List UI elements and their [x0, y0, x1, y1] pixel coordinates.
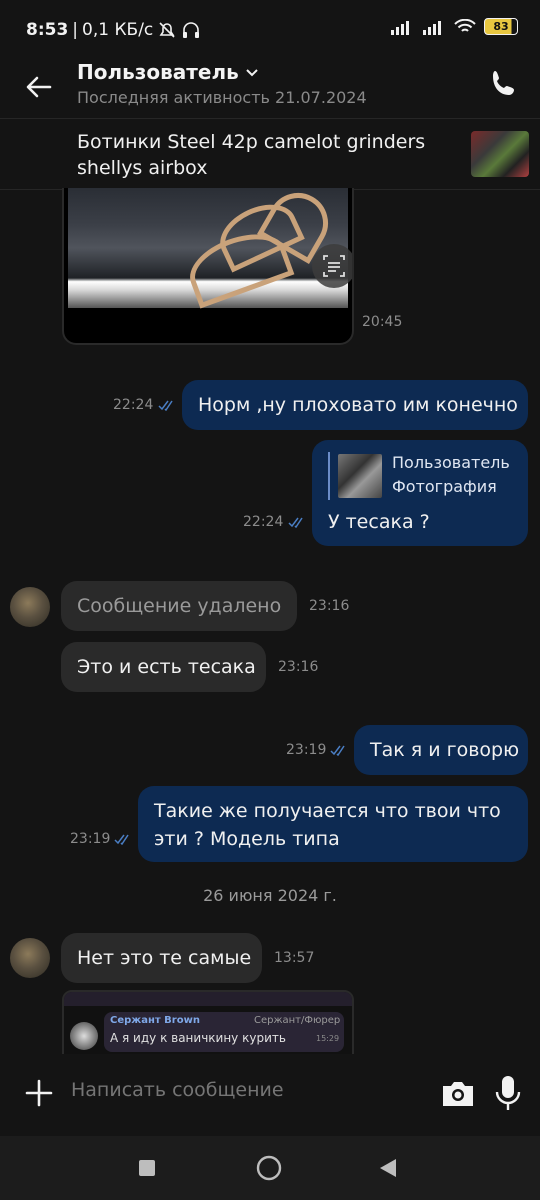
status-left: 8:53 | 0,1 КБ/с	[26, 20, 201, 40]
product-thumbnail[interactable]	[471, 131, 529, 177]
last-seen: Последняя активность 21.07.2024	[77, 88, 367, 107]
status-net: 0,1 КБ/с	[82, 20, 154, 40]
signal-icon	[391, 20, 409, 35]
back-nav-icon[interactable]	[378, 1157, 398, 1179]
screenshot-bar	[64, 992, 352, 1006]
photo-image[interactable]	[68, 188, 352, 309]
photo-message[interactable]	[62, 188, 354, 345]
message-text: Так я и говорю	[370, 739, 520, 761]
text-scan-icon[interactable]	[312, 244, 352, 288]
screenshot-text: А я иду к ваничкину курить	[110, 1031, 286, 1045]
chat-title[interactable]: Пользователь	[77, 60, 259, 84]
message-bubble-in[interactable]: Нет это те самые	[61, 933, 262, 983]
screenshot-bubble: Сержант Brown Сержант/Фюрер А я иду к ва…	[104, 1012, 344, 1052]
phone-icon[interactable]	[488, 68, 520, 100]
microphone-icon[interactable]	[494, 1074, 522, 1112]
screenshot-role: Сержант/Фюрер	[254, 1015, 341, 1026]
chat-title-text: Пользователь	[77, 60, 239, 84]
message-time: 23:19	[286, 742, 327, 758]
message-text: Такие же получается что твои что эти ? М…	[154, 800, 501, 850]
screenshot-avatar	[70, 1022, 98, 1050]
deleted-message-text: Сообщение удалено	[77, 595, 282, 617]
reply-thumbnail	[338, 454, 382, 498]
read-ticks-icon	[114, 834, 129, 845]
status-right: 83	[390, 18, 518, 35]
avatar[interactable]	[10, 938, 50, 978]
message-text: Нет это те самые	[77, 947, 252, 969]
status-divider: |	[72, 20, 79, 40]
message-bubble-in[interactable]: Это и есть тесака	[61, 642, 266, 692]
home-icon[interactable]	[256, 1155, 282, 1181]
headset-icon	[183, 22, 200, 38]
message-bubble-out[interactable]: Норм ,ну плоховато им конечно	[182, 380, 528, 430]
message-bubble-out[interactable]: Такие же получается что твои что эти ? М…	[138, 786, 528, 862]
composer-bar	[0, 1054, 540, 1136]
product-banner[interactable]: Ботинки Steel 42р camelot grinders shell…	[0, 118, 540, 190]
reply-author: Пользователь	[392, 453, 510, 472]
message-time: 22:24	[113, 397, 154, 413]
bell-off-icon	[159, 22, 175, 38]
camera-icon[interactable]	[440, 1076, 476, 1110]
message-bubble-in[interactable]: Сообщение удалено	[61, 581, 297, 631]
status-bar: 8:53 | 0,1 КБ/с 83	[0, 0, 540, 62]
system-nav-bar	[0, 1136, 540, 1200]
date-separator: 26 июня 2024 г.	[203, 886, 337, 905]
reply-type: Фотография	[392, 477, 497, 496]
recents-icon[interactable]	[137, 1158, 157, 1178]
reply-quote[interactable]: Пользователь Фотография	[328, 452, 520, 500]
message-text: У тесака ?	[328, 511, 430, 533]
plus-icon[interactable]	[22, 1076, 56, 1110]
avatar[interactable]	[10, 587, 50, 627]
message-time: 13:57	[274, 950, 315, 966]
message-bubble-out[interactable]: Пользователь Фотография У тесака ?	[312, 440, 528, 546]
message-time: 23:16	[309, 598, 350, 614]
read-ticks-icon	[288, 517, 303, 528]
read-ticks-icon	[158, 400, 173, 411]
battery-icon: 83	[484, 18, 518, 35]
message-time: 23:19	[70, 831, 111, 847]
message-input[interactable]	[69, 1078, 413, 1102]
status-time: 8:53	[26, 20, 69, 40]
message-text: Норм ,ну плоховато им конечно	[198, 394, 518, 416]
chat-header: Пользователь Последняя активность 21.07.…	[0, 60, 540, 118]
read-ticks-icon	[330, 745, 345, 756]
message-bubble-out[interactable]: Так я и говорю	[354, 725, 528, 775]
signal-icon-2	[423, 20, 441, 35]
screenshot-name: Сержант Brown	[110, 1015, 200, 1026]
message-time: 22:24	[243, 514, 284, 530]
chevron-down-icon	[246, 69, 258, 77]
screenshot-time: 15:29	[316, 1034, 340, 1043]
message-time: 23:16	[278, 659, 319, 675]
wifi-icon	[454, 18, 476, 32]
screenshot-message[interactable]: Сержант Brown Сержант/Фюрер А я иду к ва…	[62, 990, 354, 1058]
message-time: 20:45	[362, 314, 403, 330]
back-arrow-icon[interactable]	[22, 70, 56, 104]
product-title: Ботинки Steel 42р camelot grinders shell…	[77, 131, 426, 179]
message-text: Это и есть тесака	[77, 656, 256, 678]
